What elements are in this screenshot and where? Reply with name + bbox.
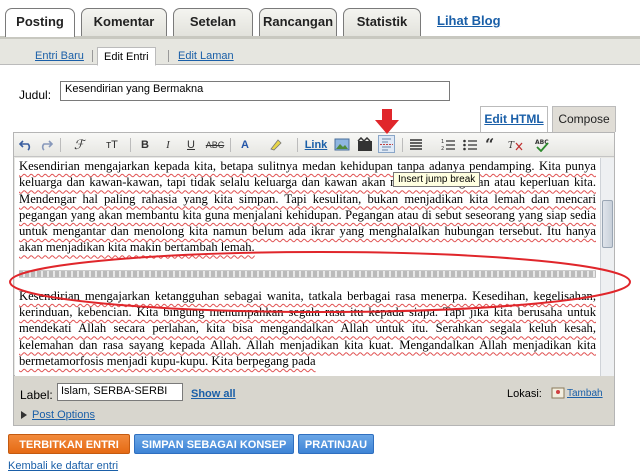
video-icon[interactable] bbox=[357, 137, 373, 152]
subtab-new-post[interactable]: Entri Baru bbox=[29, 47, 90, 66]
tab-rancangan[interactable]: Rancangan bbox=[259, 8, 337, 36]
svg-text:2: 2 bbox=[441, 146, 444, 152]
remove-formatting-icon[interactable]: T bbox=[508, 137, 524, 152]
save-draft-button[interactable]: SIMPAN SEBAGAI KONSEP bbox=[134, 434, 294, 454]
labels-label: Label: bbox=[20, 388, 53, 402]
tab-compose[interactable]: Compose bbox=[552, 106, 616, 132]
undo-icon[interactable] bbox=[18, 137, 34, 152]
toolbar-separator bbox=[402, 138, 403, 152]
tab-posting[interactable]: Posting bbox=[5, 8, 75, 37]
map-icon[interactable] bbox=[551, 386, 565, 400]
add-location-link[interactable]: Tambah bbox=[567, 388, 603, 399]
font-size-button[interactable]: тT bbox=[98, 137, 126, 153]
sub-navigation bbox=[0, 39, 640, 65]
underline-button[interactable]: U bbox=[184, 137, 198, 153]
tab-edit-html[interactable]: Edit HTML bbox=[480, 106, 548, 132]
tab-setelan[interactable]: Setelan bbox=[173, 8, 253, 36]
publish-button[interactable]: TERBITKAN ENTRI bbox=[8, 434, 130, 454]
labels-input[interactable]: Islam, SERBA-SERBI bbox=[57, 383, 183, 401]
text-color-button[interactable]: A bbox=[236, 137, 254, 153]
title-label: Judul: bbox=[19, 88, 52, 102]
align-icon[interactable] bbox=[408, 137, 424, 152]
subtab-separator bbox=[168, 50, 169, 62]
toolbar-separator bbox=[60, 138, 61, 152]
post-options-link[interactable]: Post Options bbox=[32, 409, 95, 421]
italic-button[interactable]: I bbox=[161, 137, 175, 153]
toolbar-separator bbox=[130, 138, 131, 152]
tab-statistik[interactable]: Statistik bbox=[343, 8, 421, 36]
bulleted-list-icon[interactable] bbox=[462, 137, 478, 152]
annotation-ellipse bbox=[9, 251, 631, 313]
title-input[interactable]: Kesendirian yang Bermakna bbox=[60, 81, 450, 101]
preview-button[interactable]: PRATINJAU bbox=[298, 434, 374, 454]
jump-break-tooltip: Insert jump break bbox=[393, 172, 481, 187]
back-to-posts-link[interactable]: Kembali ke daftar entri bbox=[8, 460, 118, 472]
expand-triangle-icon[interactable] bbox=[20, 411, 28, 419]
image-icon[interactable] bbox=[334, 137, 350, 152]
font-family-button[interactable]: ℱ bbox=[68, 137, 90, 153]
toolbar-separator bbox=[297, 138, 298, 152]
redo-icon[interactable] bbox=[38, 137, 54, 152]
subtab-edit-pages[interactable]: Edit Laman bbox=[172, 47, 240, 66]
tab-komentar[interactable]: Komentar bbox=[81, 8, 167, 36]
show-all-labels-link[interactable]: Show all bbox=[191, 388, 236, 400]
svg-text:“: “ bbox=[485, 137, 494, 152]
highlight-icon[interactable] bbox=[268, 137, 284, 152]
subtab-edit-posts[interactable]: Edit Entri bbox=[97, 47, 156, 66]
toolbar-separator bbox=[230, 138, 231, 152]
link-button[interactable]: Link bbox=[303, 137, 329, 153]
annotation-arrow-icon bbox=[375, 109, 399, 134]
quote-icon[interactable]: “ bbox=[484, 137, 500, 152]
location-label: Lokasi: bbox=[507, 388, 542, 400]
strikethrough-button[interactable]: ABC bbox=[204, 137, 226, 153]
numbered-list-icon[interactable]: 1 2 bbox=[440, 137, 456, 152]
jump-break-icon[interactable] bbox=[378, 135, 395, 153]
bold-button[interactable]: B bbox=[138, 137, 152, 153]
svg-text:T: T bbox=[508, 141, 515, 151]
spellcheck-icon[interactable]: ABC bbox=[534, 137, 550, 152]
view-blog-link[interactable]: Lihat Blog bbox=[437, 13, 501, 28]
svg-text:1: 1 bbox=[441, 139, 444, 145]
subtab-separator bbox=[92, 50, 93, 62]
